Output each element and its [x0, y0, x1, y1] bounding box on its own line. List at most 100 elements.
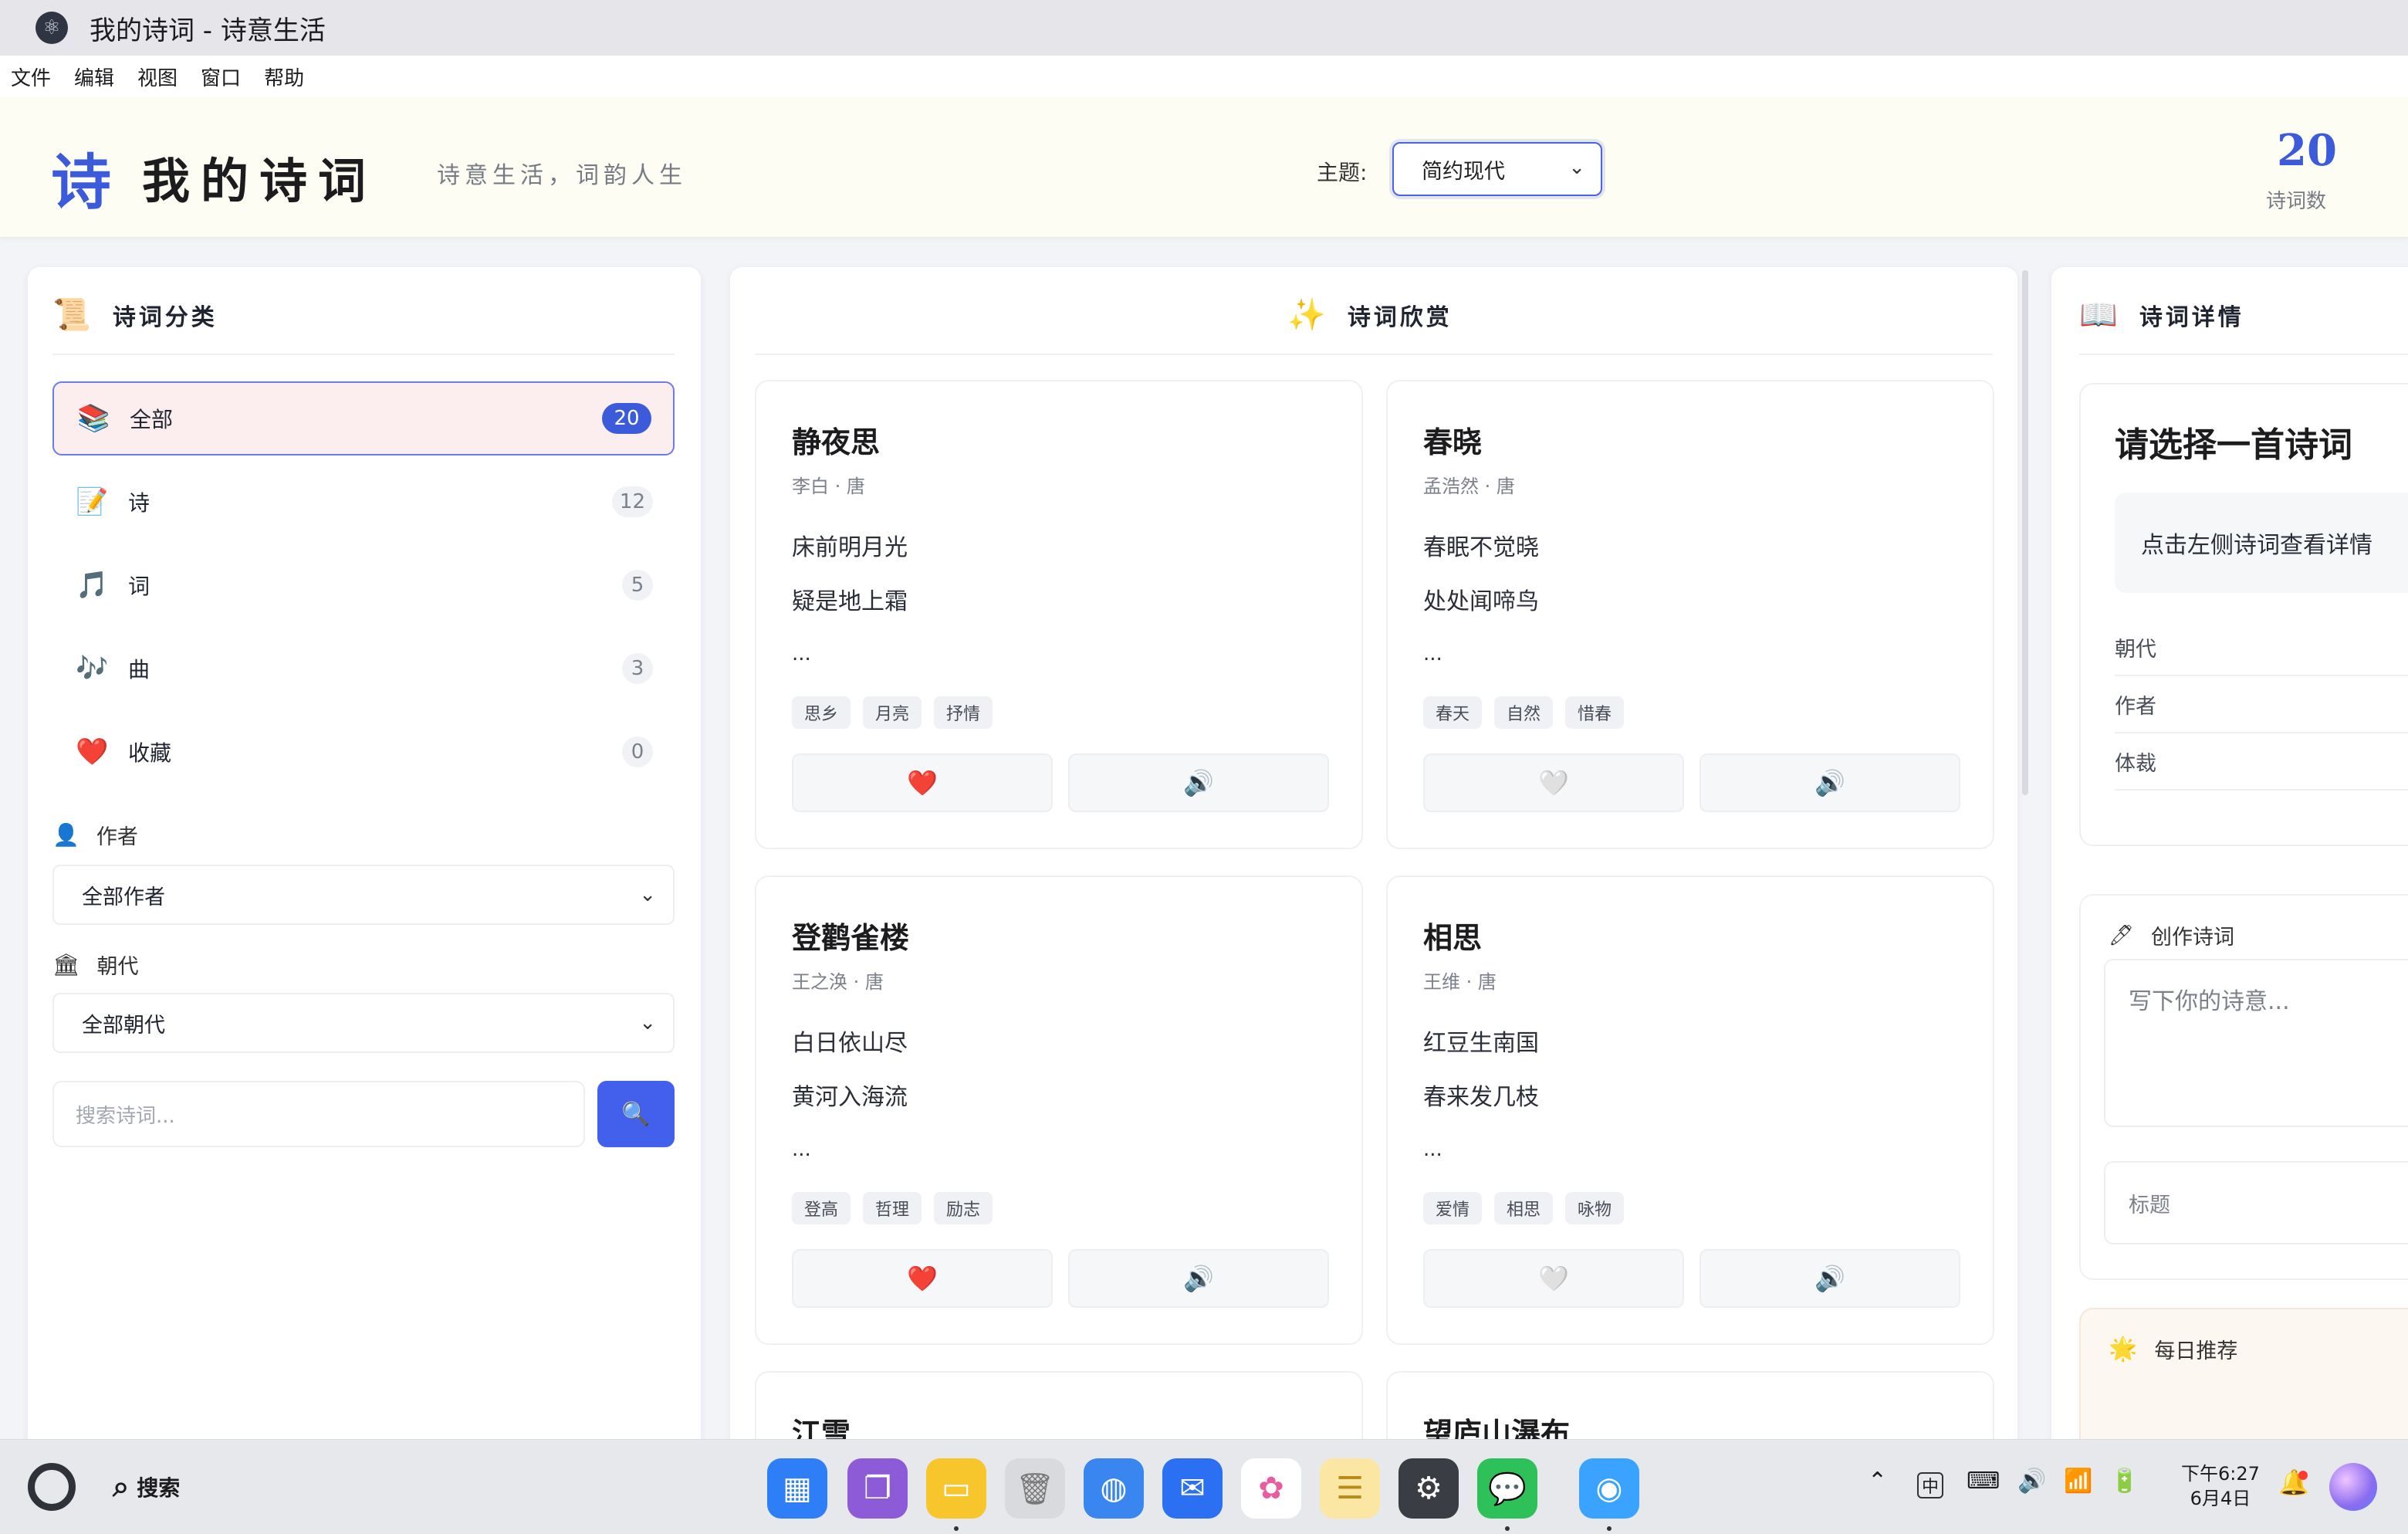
menu-view[interactable]: 视图	[137, 63, 178, 91]
poem-title: 登鹳雀楼	[792, 920, 910, 955]
meta-author: 作者	[2115, 676, 2408, 733]
start-button[interactable]	[28, 1463, 76, 1511]
music-note-icon: 🎵	[76, 570, 109, 601]
trash-icon[interactable]: 🗑	[1005, 1458, 1065, 1519]
menu-file[interactable]: 文件	[11, 63, 51, 91]
dynasty-filter-label-text: 朝代	[96, 955, 139, 979]
poem-tags: 爱情 相思 咏物	[1423, 1192, 1636, 1224]
poem-tags: 春天 自然 惜春	[1423, 696, 1636, 729]
read-aloud-button[interactable]: 🔊	[1068, 753, 1329, 812]
poem-card[interactable]: 春晓 孟浩然 · 唐 春眠不觉晓 处处闻啼鸟 ... 春天 自然 惜春 🤍 🔊	[1386, 380, 1994, 849]
search-button[interactable]: 🔍	[597, 1081, 675, 1147]
compose-textarea[interactable]: 写下你的诗意...	[2104, 959, 2408, 1127]
heart-filled-icon: ❤️	[907, 768, 938, 797]
settings-icon[interactable]: ⚙	[1398, 1458, 1459, 1519]
category-count-badge: 20	[602, 403, 651, 434]
battery-icon[interactable]: 🔋	[2110, 1468, 2139, 1495]
poem-search-input[interactable]: 搜索诗词...	[52, 1081, 585, 1147]
menu-help[interactable]: 帮助	[264, 63, 304, 91]
compose-title-input[interactable]: 标题	[2104, 1161, 2408, 1244]
mail-icon[interactable]: ✉	[1162, 1458, 1223, 1519]
poem-tag[interactable]: 励志	[934, 1192, 993, 1224]
poem-tag[interactable]: 哲理	[863, 1192, 922, 1224]
ime-indicator[interactable]: 中	[1917, 1472, 1943, 1498]
browser-icon[interactable]: ◍	[1084, 1458, 1144, 1519]
poem-card[interactable]: 登鹳雀楼 王之涣 · 唐 白日依山尽 黄河入海流 ... 登高 哲理 励志 ❤️…	[755, 875, 1363, 1345]
launcher-icon[interactable]: ▦	[767, 1458, 827, 1519]
speaker-icon: 🔊	[1814, 768, 1845, 797]
category-count-badge: 12	[611, 486, 653, 517]
finder-icon[interactable]: ◉	[1579, 1458, 1639, 1519]
poem-tag[interactable]: 惜春	[1565, 696, 1625, 729]
menu-edit[interactable]: 编辑	[74, 63, 114, 91]
category-label: 曲	[128, 657, 150, 682]
taskbar: ⌕ 搜索 ▦ ❐ ▭ 🗑 ◍ ✉ ✿ ☰ ⚙ 💬 ◉ ⌃ 中 ⌨ 🔊 📶 🔋 下…	[0, 1439, 2408, 1534]
category-panel: 📜 诗词分类 📚 全部 20 📝 诗 12 🎵 词 5 🎶 曲 3 ❤️ 收藏 …	[28, 267, 701, 1533]
read-aloud-button[interactable]: 🔊	[1699, 753, 1960, 812]
poem-tag[interactable]: 爱情	[1423, 1192, 1483, 1224]
running-indicator	[1505, 1526, 1510, 1531]
category-label: 词	[128, 574, 150, 599]
volume-icon[interactable]: 🔊	[2017, 1468, 2046, 1495]
notes-icon[interactable]: ☰	[1320, 1458, 1380, 1519]
poem-tags: 登高 哲理 励志	[792, 1192, 1005, 1224]
poem-line: 疑是地上霜	[792, 588, 908, 615]
assistant-icon[interactable]	[2329, 1463, 2377, 1511]
gallery-scrollbar[interactable]	[2022, 270, 2028, 795]
taskbar-search[interactable]: ⌕ 搜索	[113, 1469, 180, 1504]
read-aloud-button[interactable]: 🔊	[1068, 1249, 1329, 1308]
poem-ellipsis: ...	[1423, 1138, 1442, 1161]
photos-icon[interactable]: ✿	[1241, 1458, 1301, 1519]
files-icon[interactable]: ▭	[926, 1458, 986, 1519]
memo-icon: 📝	[76, 486, 109, 517]
wifi-icon[interactable]: 📶	[2064, 1468, 2092, 1495]
author-filter-label-text: 作者	[96, 825, 138, 849]
tray-expand-icon[interactable]: ⌃	[1868, 1468, 1887, 1495]
taskbar-clock[interactable]: 下午6:27 6月4日	[2181, 1461, 2260, 1511]
read-aloud-button[interactable]: 🔊	[1699, 1249, 1960, 1308]
poem-tag[interactable]: 自然	[1494, 696, 1554, 729]
category-all[interactable]: 📚 全部 20	[52, 381, 675, 455]
category-favorites[interactable]: ❤️ 收藏 0	[52, 715, 675, 789]
author-filter-label: 👤 作者	[52, 820, 138, 850]
poem-tag[interactable]: 咏物	[1565, 1192, 1625, 1224]
category-count-badge: 0	[622, 737, 653, 767]
favorite-button[interactable]: ❤️	[792, 753, 1053, 812]
menu-window[interactable]: 窗口	[201, 63, 241, 91]
poem-card[interactable]: 静夜思 李白 · 唐 床前明月光 疑是地上霜 ... 思乡 月亮 抒情 ❤️ 🔊	[755, 380, 1363, 849]
category-shi[interactable]: 📝 诗 12	[52, 465, 675, 539]
poem-tag[interactable]: 相思	[1494, 1192, 1554, 1224]
divider	[52, 354, 675, 355]
multitask-icon[interactable]: ❐	[847, 1458, 908, 1519]
favorite-button[interactable]: ❤️	[792, 1249, 1053, 1308]
meta-dynasty: 朝代	[2115, 619, 2408, 676]
meta-genre: 体裁	[2115, 733, 2408, 791]
poem-tag[interactable]: 思乡	[792, 696, 851, 729]
search-icon: 🔍	[621, 1100, 651, 1128]
theme-select[interactable]: 简约现代 ⌄	[1392, 142, 1602, 196]
poem-tag[interactable]: 登高	[792, 1192, 851, 1224]
app-header: 诗 我的诗词 诗意生活，词韵人生 主题: 简约现代 ⌄ 20 诗词数	[0, 97, 2408, 238]
category-ci[interactable]: 🎵 词 5	[52, 548, 675, 622]
window-titlebar: ⚛ 我的诗词 - 诗意生活	[0, 0, 2408, 56]
poem-tag[interactable]: 春天	[1423, 696, 1483, 729]
category-panel-title-text: 诗词分类	[112, 303, 218, 331]
books-icon: 📚	[77, 403, 110, 434]
favorite-button[interactable]: 🤍	[1423, 753, 1684, 812]
favorite-button[interactable]: 🤍	[1423, 1249, 1684, 1308]
author-select[interactable]: 全部作者 ⌄	[52, 865, 675, 925]
poem-line: 春眠不觉晓	[1423, 534, 1539, 561]
clipboard-icon[interactable]: ⌨	[1967, 1468, 2000, 1495]
category-qu[interactable]: 🎶 曲 3	[52, 632, 675, 706]
poem-tag[interactable]: 月亮	[863, 696, 922, 729]
wechat-icon[interactable]: 💬	[1477, 1458, 1537, 1519]
poem-line: 处处闻啼鸟	[1423, 588, 1539, 615]
meta-label: 朝代	[2115, 637, 2156, 662]
poem-ellipsis: ...	[1423, 642, 1442, 665]
dynasty-select[interactable]: 全部朝代 ⌄	[52, 993, 675, 1053]
poem-author: 孟浩然 · 唐	[1423, 476, 1515, 497]
poem-tag[interactable]: 抒情	[934, 696, 993, 729]
poem-card[interactable]: 相思 王维 · 唐 红豆生南国 春来发几枝 ... 爱情 相思 咏物 🤍 🔊	[1386, 875, 1994, 1345]
open-book-icon: 📖	[2079, 297, 2121, 333]
poem-ellipsis: ...	[792, 1138, 811, 1161]
